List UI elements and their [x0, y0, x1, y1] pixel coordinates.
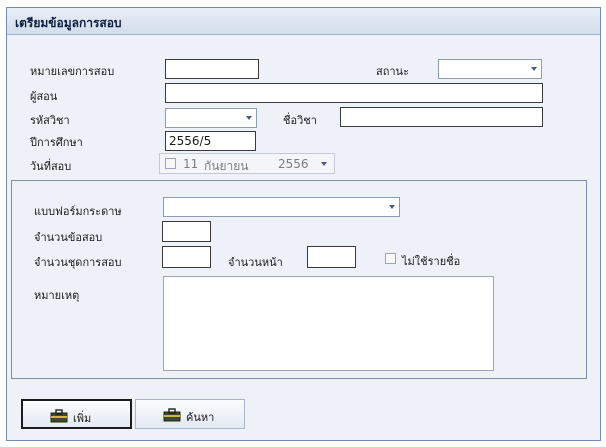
no-name-list-label[interactable]: ไม่ใช้รายชื่อ	[402, 252, 460, 270]
exam-number-label: หมายเลขการสอบ	[30, 65, 115, 78]
question-count-input[interactable]	[162, 221, 211, 242]
chevron-down-icon[interactable]	[531, 67, 537, 71]
academic-year-input[interactable]: 2556/5	[165, 131, 256, 151]
subject-name-input[interactable]	[340, 107, 543, 127]
page-count-input[interactable]	[307, 246, 356, 268]
title-bar: เตรียมข้อมูลการสอบ	[7, 8, 600, 35]
exam-date-label: วันที่สอบ	[30, 160, 72, 173]
subject-code-label: รหัสวิชา	[30, 114, 70, 127]
subject-code-select[interactable]	[165, 108, 257, 128]
chevron-down-icon[interactable]	[246, 116, 252, 120]
paper-form-label: แบบฟอร์มกระดาษ	[34, 205, 122, 218]
chevron-down-icon[interactable]	[321, 162, 327, 166]
chevron-down-icon[interactable]	[389, 205, 395, 209]
exam-sets-label: จำนวนชุดการสอบ	[34, 256, 122, 269]
exam-date-picker[interactable]: 11 กันยายน 2556	[159, 153, 335, 174]
no-name-list-checkbox[interactable]	[385, 253, 396, 264]
toolbox-icon	[163, 408, 181, 425]
academic-year-label: ปีการศึกษา	[30, 136, 83, 149]
page-count-label: จำนวนหน้า	[228, 256, 283, 269]
search-button-label: ค้นหา	[186, 411, 215, 424]
remark-textarea[interactable]	[163, 276, 494, 371]
teacher-input[interactable]	[165, 83, 543, 103]
exam-sets-input[interactable]	[162, 246, 211, 268]
exam-date-day: 11	[183, 157, 199, 171]
status-select[interactable]	[438, 59, 542, 79]
teacher-label: ผู้สอน	[30, 90, 58, 103]
subject-name-label: ชื่อวิชา	[283, 114, 317, 127]
remark-label: หมายเหตุ	[34, 289, 80, 302]
exam-date-month: กันยายน	[204, 159, 249, 173]
exam-number-input[interactable]	[165, 59, 259, 79]
toolbox-icon	[50, 409, 68, 426]
window-title: เตรียมข้อมูลการสอบ	[15, 16, 122, 30]
paper-form-select[interactable]	[163, 197, 400, 217]
search-button[interactable]: ค้นหา	[135, 399, 245, 429]
add-button[interactable]: เพิ่ม	[21, 399, 132, 429]
status-label: สถานะ	[376, 65, 409, 78]
exam-date-year: 2556	[278, 157, 309, 171]
add-button-label: เพิ่ม	[73, 412, 92, 425]
exam-date-checkbox[interactable]	[165, 158, 176, 169]
question-count-label: จำนวนข้อสอบ	[34, 231, 103, 244]
